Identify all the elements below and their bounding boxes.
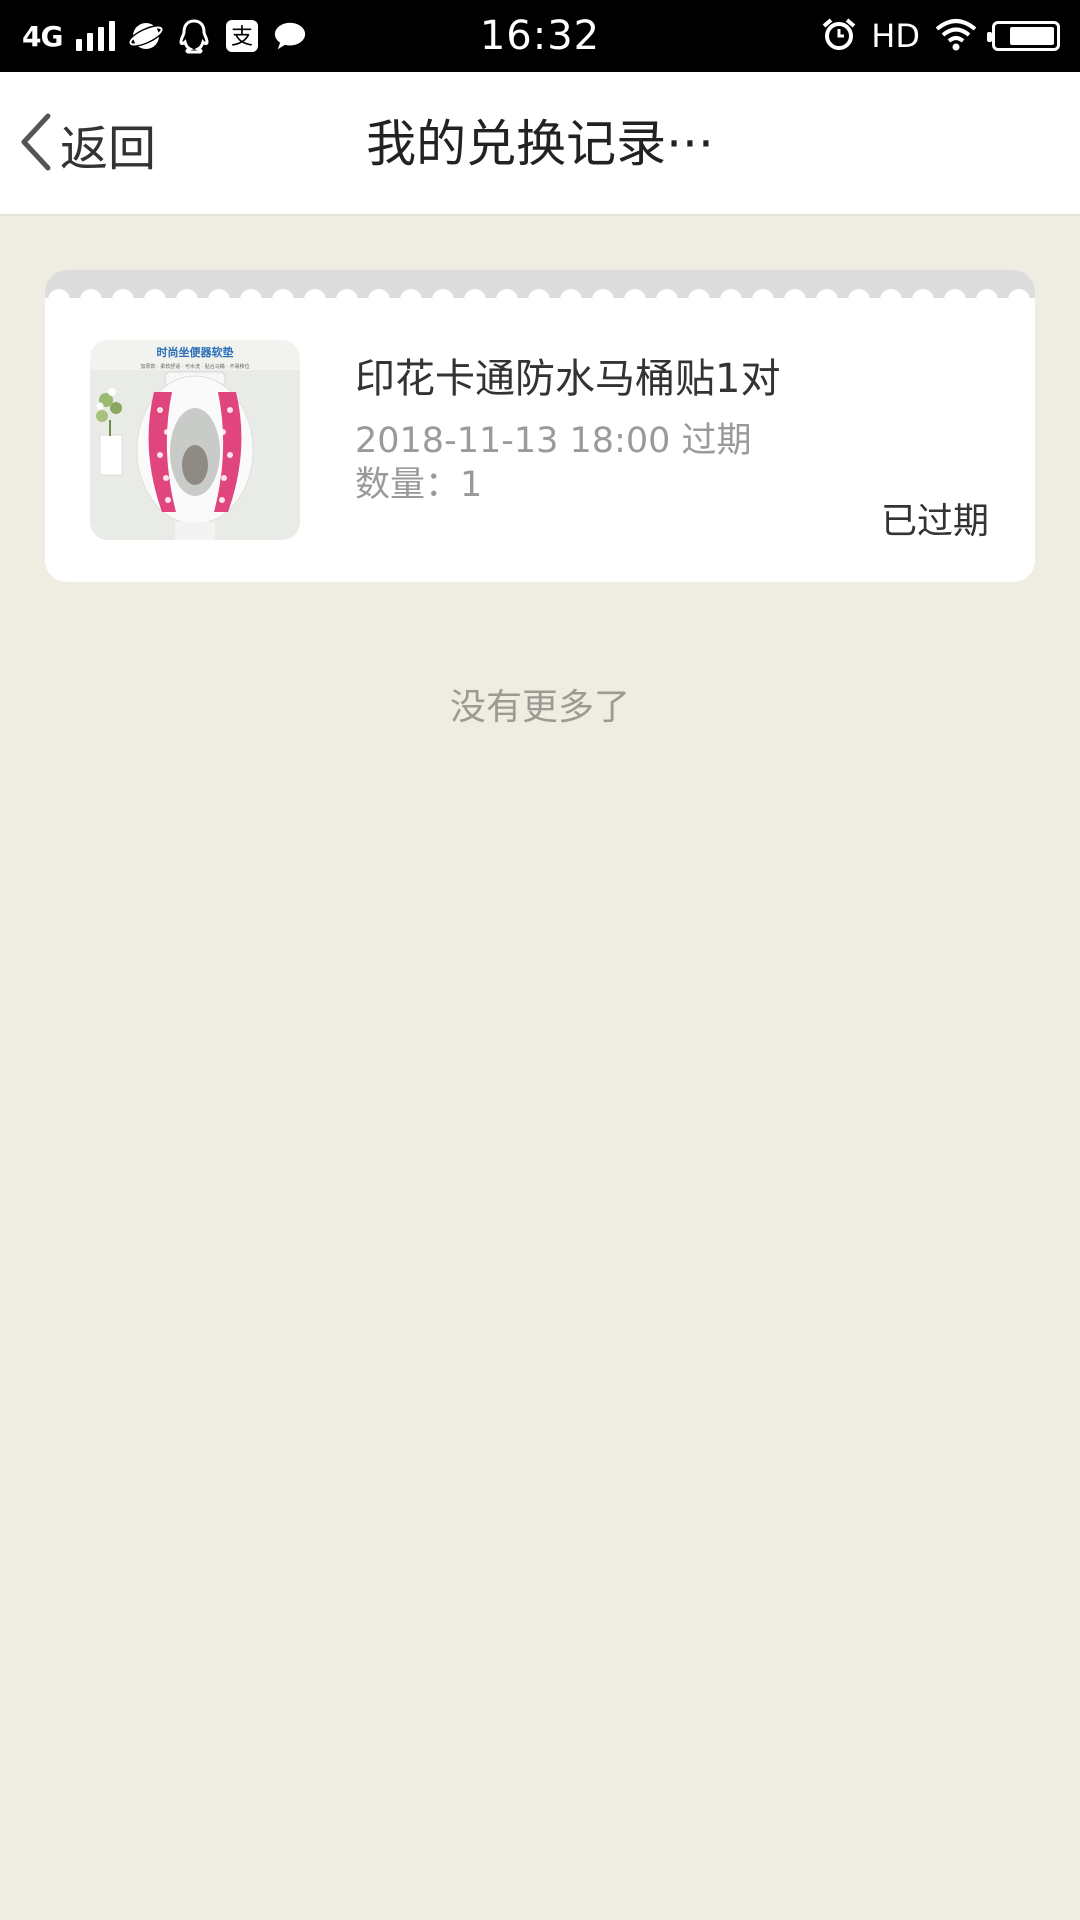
item-title: 印花卡通防水马桶贴1对	[355, 356, 781, 402]
nav-bar: 返回 我的兑换记录···	[0, 72, 1080, 216]
status-bar-right: HD	[821, 0, 1060, 72]
card-scallop-edge	[45, 270, 1035, 310]
record-card[interactable]: 时尚坐便器软垫 加厚款 · 柔软舒适 · 可水洗 · 贴合马桶 · 不易移位 印…	[45, 270, 1035, 582]
thumbnail-caption: 时尚坐便器软垫	[157, 345, 234, 359]
item-quantity: 数量：1	[355, 465, 483, 505]
battery-icon	[987, 21, 1060, 51]
wifi-icon	[934, 17, 978, 55]
page-title: 我的兑换记录···	[366, 115, 714, 173]
hd-indicator: HD	[871, 17, 920, 55]
no-more-hint: 没有更多了	[449, 687, 630, 728]
battery-level	[1010, 27, 1054, 45]
product-thumbnail[interactable]: 时尚坐便器软垫 加厚款 · 柔软舒适 · 可水洗 · 贴合马桶 · 不易移位	[90, 340, 300, 540]
alarm-icon	[821, 16, 857, 56]
status-bar: 4G 支 16:32 HD	[0, 0, 1080, 72]
status-badge: 已过期	[880, 501, 989, 542]
thumbnail-subcaption: 加厚款 · 柔软舒适 · 可水洗 · 贴合马桶 · 不易移位	[140, 363, 249, 370]
